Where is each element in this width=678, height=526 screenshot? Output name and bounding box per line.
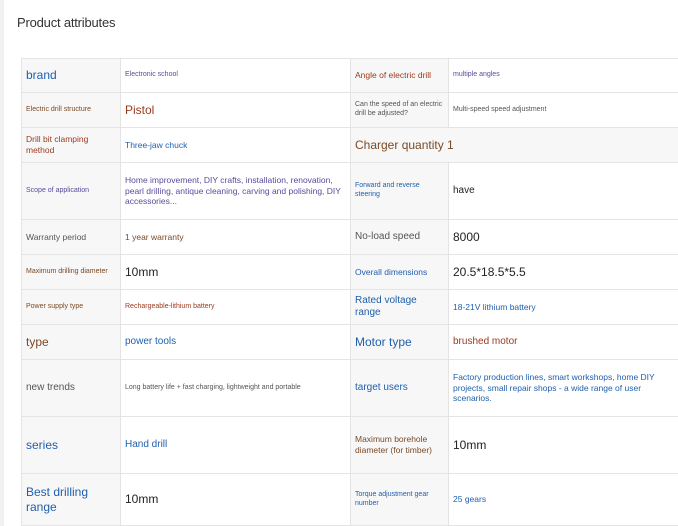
attr-key-power-supply: Power supply type <box>21 289 121 325</box>
table-row: Electric drill structure Pistol Can the … <box>21 92 678 128</box>
attr-key-clamping: Drill bit clamping method <box>21 127 121 163</box>
attr-value-warranty: 1 year warranty <box>120 219 351 255</box>
table-row: Best drilling range 10mm Torque adjustme… <box>21 473 678 526</box>
attr-key-dimensions: Overall dimensions <box>350 254 449 290</box>
table-row: Scope of application Home improvement, D… <box>21 162 678 220</box>
attr-value-no-load-speed: 8000 <box>448 219 678 255</box>
table-row: brand Electronic school Angle of electri… <box>21 58 678 93</box>
attr-key-voltage: Rated voltage range <box>350 289 449 325</box>
attr-value-drill-angle: multiple angles <box>448 58 678 93</box>
attr-key-no-load-speed: No-load speed <box>350 219 449 255</box>
attr-key-drilling-range: Best drilling range <box>21 473 121 526</box>
attr-value-max-borehole: 10mm <box>448 416 678 474</box>
attr-value-target-users: Factory production lines, smart workshop… <box>448 359 678 417</box>
attr-key-target-users: target users <box>350 359 449 417</box>
attr-key-new-trends: new trends <box>21 359 121 417</box>
table-row: type power tools Motor type brushed moto… <box>21 324 678 360</box>
table-row: Warranty period 1 year warranty No-load … <box>21 219 678 255</box>
table-row: Power supply type Rechargeable-lithium b… <box>21 289 678 325</box>
attr-value-brand: Electronic school <box>120 58 351 93</box>
attr-value-new-trends: Long battery life + fast charging, light… <box>120 359 351 417</box>
attr-key-type: type <box>21 324 121 360</box>
attr-value-type: power tools <box>120 324 351 360</box>
attr-value-scope: Home improvement, DIY crafts, installati… <box>120 162 351 220</box>
attr-key-series: series <box>21 416 121 474</box>
table-row: new trends Long battery life + fast char… <box>21 359 678 417</box>
attr-value-structure: Pistol <box>120 92 351 128</box>
attr-value-torque-gears: 25 gears <box>448 473 678 526</box>
attr-key-warranty: Warranty period <box>21 219 121 255</box>
attr-key-steering: Forward and reverse steering <box>350 162 449 220</box>
attr-value-voltage: 18-21V lithium battery <box>448 289 678 325</box>
attributes-table: brand Electronic school Angle of electri… <box>21 58 678 526</box>
attr-key-torque-gears: Torque adjustment gear number <box>350 473 449 526</box>
table-row: Drill bit clamping method Three-jaw chuc… <box>21 127 678 163</box>
table-row: series Hand drill Maximum borehole diame… <box>21 416 678 474</box>
attr-key-scope: Scope of application <box>21 162 121 220</box>
attr-key-structure: Electric drill structure <box>21 92 121 128</box>
table-row: Maximum drilling diameter 10mm Overall d… <box>21 254 678 290</box>
product-attributes-panel: Product attributes brand Electronic scho… <box>4 0 678 526</box>
attr-value-steering: have <box>448 162 678 220</box>
attr-key-max-diameter: Maximum drilling diameter <box>21 254 121 290</box>
attr-key-drill-angle: Angle of electric drill <box>350 58 449 93</box>
attr-key-max-borehole: Maximum borehole diameter (for timber) <box>350 416 449 474</box>
attr-value-speed-adjustable: Multi-speed speed adjustment <box>448 92 678 128</box>
attr-charger-quantity: Charger quantity 1 <box>350 127 678 163</box>
attr-value-motor-type: brushed motor <box>448 324 678 360</box>
section-title: Product attributes <box>17 15 116 30</box>
attr-value-clamping: Three-jaw chuck <box>120 127 351 163</box>
attr-key-brand: brand <box>21 58 121 93</box>
attr-value-power-supply: Rechargeable-lithium battery <box>120 289 351 325</box>
attr-key-speed-adjustable: Can the speed of an electric drill be ad… <box>350 92 449 128</box>
attr-value-dimensions: 20.5*18.5*5.5 <box>448 254 678 290</box>
attr-value-max-diameter: 10mm <box>120 254 351 290</box>
attr-value-drilling-range: 10mm <box>120 473 351 526</box>
attr-value-series: Hand drill <box>120 416 351 474</box>
attr-key-motor-type: Motor type <box>350 324 449 360</box>
